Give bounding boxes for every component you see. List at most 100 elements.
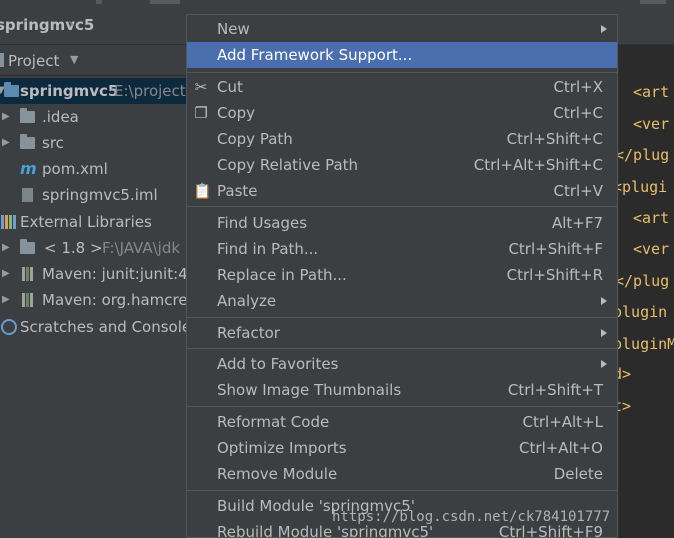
menu-item-label: Paste	[217, 182, 258, 200]
code-editor[interactable]: <art <ver </plug <plugi <art <ver </plug…	[613, 45, 674, 538]
menu-item-label: Add to Favorites	[217, 355, 339, 373]
tree-item-iml[interactable]: springmvc5.iml	[0, 182, 190, 208]
menu-separator	[187, 317, 617, 318]
menu-item-remove-module[interactable]: Remove Module Delete	[187, 461, 617, 487]
menu-item-analyze[interactable]: Analyze	[187, 288, 617, 314]
code-line: plugin	[613, 303, 668, 321]
menu-item-copy-path[interactable]: Copy Path Ctrl+Shift+C	[187, 126, 617, 152]
menu-item-shortcut: Ctrl+Alt+O	[519, 439, 603, 457]
menu-item-shortcut: Ctrl+X	[553, 78, 603, 96]
menu-item-label: New	[217, 20, 250, 38]
menu-item-copy-relative-path[interactable]: Copy Relative Path Ctrl+Alt+Shift+C	[187, 152, 617, 178]
expand-icon[interactable]: ▶	[2, 235, 10, 261]
menu-item-label: Analyze	[217, 292, 277, 310]
context-menu: New Add Framework Support... ✂ Cut Ctrl+…	[186, 14, 618, 538]
expand-icon[interactable]: ▶	[2, 130, 10, 156]
menu-item-refactor[interactable]: Refactor	[187, 320, 617, 346]
submenu-arrow-icon	[601, 25, 607, 33]
watermark-text: https://blog.csdn.net/ck784101777	[332, 509, 611, 525]
view-dropdown-icon[interactable]: ▼	[70, 53, 78, 66]
menu-separator	[187, 406, 617, 407]
folder-icon	[20, 134, 35, 149]
menu-item-show-image-thumbnails[interactable]: Show Image Thumbnails Ctrl+Shift+T	[187, 377, 617, 403]
tree-item-label: .idea	[42, 108, 79, 126]
menu-item-add-framework-support[interactable]: Add Framework Support...	[187, 42, 617, 68]
menu-item-cut[interactable]: ✂ Cut Ctrl+X	[187, 74, 617, 100]
submenu-arrow-icon	[601, 329, 607, 337]
project-view-icon	[0, 53, 4, 67]
code-line: pluginMa	[613, 335, 674, 353]
menu-item-copy[interactable]: ❐ Copy Ctrl+C	[187, 100, 617, 126]
expand-icon[interactable]: ▶	[2, 104, 10, 130]
menu-item-label: Find in Path...	[217, 240, 319, 258]
menu-item-label: Refactor	[217, 324, 280, 342]
copy-icon: ❐	[194, 104, 208, 122]
menu-item-shortcut: Ctrl+Shift+R	[506, 266, 603, 284]
tree-item-label: Maven: org.hamcres	[42, 291, 190, 309]
maven-file-icon: m	[20, 159, 37, 178]
menu-item-label: Copy Relative Path	[217, 156, 359, 174]
menu-item-add-to-favorites[interactable]: Add to Favorites	[187, 351, 617, 377]
tree-item-label: Scratches and Consoles	[20, 318, 190, 336]
menu-item-new[interactable]: New	[187, 16, 617, 42]
tree-item-path: E:\project	[114, 82, 186, 100]
tree-item-jdk[interactable]: ▶ < 1.8 > F:\JAVA\jdk	[0, 235, 190, 261]
menu-item-label: Remove Module	[217, 465, 338, 483]
tree-item-maven-junit[interactable]: ▶ Maven: junit:junit:4.1	[0, 261, 190, 287]
breadcrumb-chevron-icon: ›	[68, 14, 75, 33]
menu-item-reformat-code[interactable]: Reformat Code Ctrl+Alt+L	[187, 409, 617, 435]
folder-icon	[20, 108, 35, 123]
menu-item-shortcut: Ctrl+Shift+F	[508, 240, 603, 258]
tree-item-label: springmvc5.iml	[42, 186, 158, 204]
submenu-arrow-icon	[601, 360, 607, 368]
menu-item-label: Reformat Code	[217, 413, 330, 431]
menu-item-label: Find Usages	[217, 214, 308, 232]
code-line: </plug	[615, 146, 670, 164]
project-view-title[interactable]: Project	[8, 52, 59, 70]
menu-item-find-in-path[interactable]: Find in Path... Ctrl+Shift+F	[187, 236, 617, 262]
tree-item-springmvc5[interactable]: ▼ springmvc5 E:\project	[0, 78, 190, 104]
menu-item-find-usages[interactable]: Find Usages Alt+F7	[187, 210, 617, 236]
tree-item-external-libraries[interactable]: External Libraries	[0, 209, 190, 235]
menu-separator	[187, 72, 617, 73]
submenu-arrow-icon	[601, 297, 607, 305]
expand-icon[interactable]: ▶	[2, 287, 10, 313]
code-line: <ver	[633, 115, 670, 133]
menu-item-replace-in-path[interactable]: Replace in Path... Ctrl+Shift+R	[187, 262, 617, 288]
scissors-icon: ✂	[194, 78, 208, 96]
menu-item-shortcut: Ctrl+Shift+T	[507, 381, 603, 399]
menu-item-shortcut: Ctrl+Alt+Shift+C	[473, 156, 603, 174]
breadcrumb-project[interactable]: springmvc5	[0, 16, 94, 34]
code-line: </plug	[615, 272, 670, 290]
tree-item-maven-hamcrest[interactable]: ▶ Maven: org.hamcres	[0, 287, 190, 313]
menu-item-paste[interactable]: 📋 Paste Ctrl+V	[187, 178, 617, 204]
expand-icon[interactable]: ▶	[2, 261, 10, 287]
iml-file-icon	[22, 188, 33, 202]
tree-item-label: springmvc5	[20, 82, 119, 100]
tree-item-path: F:\JAVA\jdk	[102, 239, 181, 257]
tree-item-pom[interactable]: m pom.xml	[0, 156, 190, 182]
tree-item-label: < 1.8 >	[44, 239, 103, 257]
menu-separator	[187, 348, 617, 349]
menu-separator	[187, 206, 617, 207]
menu-item-label: Optimize Imports	[217, 439, 347, 457]
code-line: <art	[633, 209, 670, 227]
toolbar-fragment	[640, 0, 666, 4]
tree-item-label: src	[42, 134, 64, 152]
tree-item-src[interactable]: ▶ src	[0, 130, 190, 156]
libraries-icon	[1, 215, 4, 229]
toolbar-fragment	[96, 0, 102, 4]
menu-item-shortcut: Delete	[553, 465, 603, 483]
menu-item-label: Cut	[217, 78, 243, 96]
tree-item-scratches[interactable]: Scratches and Consoles	[0, 314, 190, 340]
scratches-icon	[1, 319, 17, 335]
menu-item-label: Copy	[217, 104, 256, 122]
tree-item-idea[interactable]: ▶ .idea	[0, 104, 190, 130]
tree-item-label: pom.xml	[42, 160, 108, 178]
project-tool-window: Project ▼ ▼ springmvc5 E:\project ▶ .ide…	[0, 45, 190, 538]
menu-item-optimize-imports[interactable]: Optimize Imports Ctrl+Alt+O	[187, 435, 617, 461]
code-line: <art	[633, 83, 670, 101]
menu-item-label: Copy Path	[217, 130, 293, 148]
code-line: <plugi	[613, 178, 668, 196]
menu-item-shortcut: Ctrl+C	[553, 104, 603, 122]
